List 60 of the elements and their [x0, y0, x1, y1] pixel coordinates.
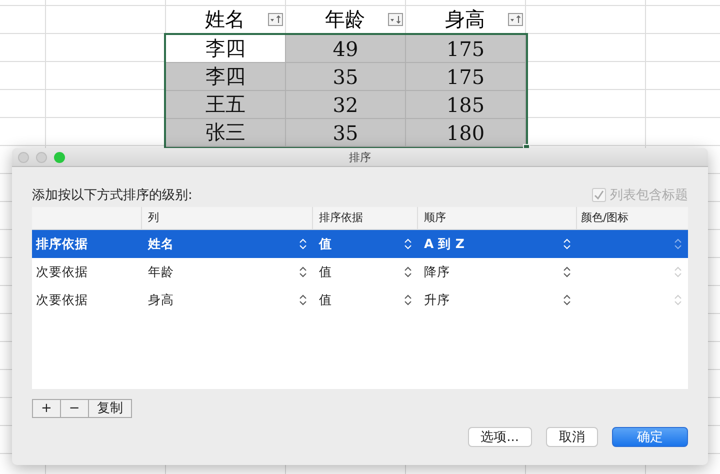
color-stepper-icon[interactable]: [674, 266, 682, 278]
stepper-icon: [299, 266, 307, 278]
column-header: 排序依据: [313, 207, 418, 229]
minimize-button[interactable]: [36, 152, 47, 162]
order-select[interactable]: 降序: [418, 264, 577, 280]
column-header: 身高: [445, 6, 485, 32]
filter-icon[interactable]: [268, 13, 283, 26]
level-tool-button[interactable]: −: [60, 399, 89, 418]
stepper-icon: [563, 294, 571, 306]
table-cell: 175: [406, 63, 526, 91]
filter-icon[interactable]: [508, 13, 523, 26]
column-header: 颜色/图标: [580, 210, 630, 226]
dialog-button[interactable]: 选项...: [468, 427, 532, 447]
table-cell: 175: [406, 35, 526, 63]
basis-select[interactable]: 值: [313, 236, 418, 252]
table-cell: 王五: [166, 91, 286, 119]
column-header: 列: [142, 207, 313, 229]
stepper-icon: [404, 266, 412, 278]
checkmark-icon: [593, 189, 605, 201]
column-select[interactable]: 年龄: [142, 264, 313, 280]
table-cell: 32: [286, 91, 406, 119]
column-header: 顺序: [418, 207, 577, 229]
close-button[interactable]: [18, 152, 29, 162]
color-stepper-icon[interactable]: [674, 238, 682, 250]
level-label: 排序依据: [34, 236, 89, 252]
level-tool-button[interactable]: 复制: [88, 399, 132, 418]
basis-select[interactable]: 值: [313, 292, 418, 308]
table-cell: 李四: [166, 35, 286, 63]
table-cell: 张三: [166, 119, 286, 147]
table-cell: 35: [286, 63, 406, 91]
prompt-text: 添加按以下方式排序的级别:: [32, 187, 192, 204]
level-label: 次要依据: [35, 264, 89, 280]
table-cell: 185: [406, 91, 526, 119]
column-select[interactable]: 身高: [142, 292, 313, 308]
window-title: 排序: [349, 150, 371, 164]
stepper-icon: [563, 238, 571, 250]
stepper-icon: [563, 266, 571, 278]
column-header: 姓名: [205, 6, 245, 32]
table-cell: 180: [406, 119, 526, 147]
column-select[interactable]: 姓名: [142, 236, 313, 252]
table-cell: 49: [286, 35, 406, 63]
order-select[interactable]: A 到 Z: [418, 236, 577, 252]
table-cell: 35: [286, 119, 406, 147]
level-label: 次要依据: [35, 292, 89, 308]
stepper-icon: [404, 294, 412, 306]
basis-select[interactable]: 值: [313, 264, 418, 280]
dialog-button[interactable]: 取消: [546, 427, 598, 447]
sort-level-row[interactable]: 排序依据 姓名 值 A 到 Z: [32, 230, 688, 258]
table-cell: 李四: [166, 63, 286, 91]
zoom-button[interactable]: [54, 152, 65, 162]
stepper-icon: [299, 294, 307, 306]
stepper-icon: [404, 238, 412, 250]
order-select[interactable]: 升序: [418, 292, 577, 308]
sort-level-row[interactable]: 次要依据 年龄 值 降序: [32, 258, 688, 286]
color-stepper-icon[interactable]: [674, 294, 682, 306]
column-header: 年龄: [325, 6, 365, 32]
sort-level-row[interactable]: 次要依据 身高 值 升序: [32, 286, 688, 314]
filter-icon[interactable]: [388, 13, 403, 26]
stepper-icon: [299, 238, 307, 250]
level-tool-button[interactable]: +: [32, 399, 61, 418]
